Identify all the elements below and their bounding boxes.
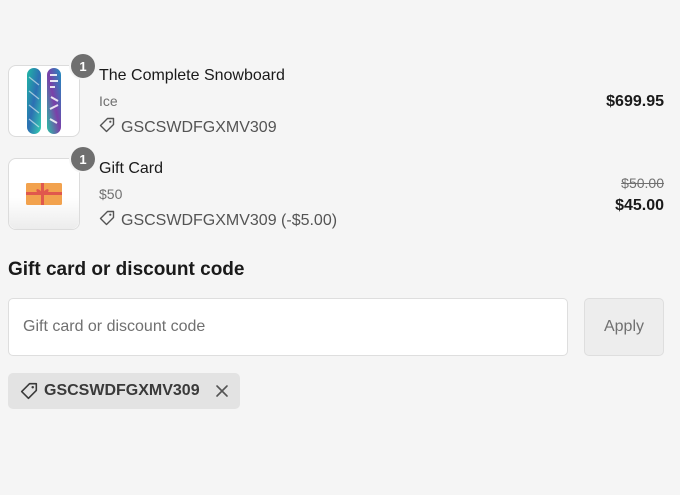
product-thumbnail: 1 [8, 147, 95, 230]
product-title: The Complete Snowboard [99, 67, 285, 84]
quantity-badge: 1 [71, 147, 95, 171]
line-item: 1 Gift Card $50 GSCSWDFGXMV309 (-$5.00) … [8, 147, 664, 232]
gift-card-image [26, 183, 62, 205]
applied-discount-code: GSCSWDFGXMV309 [44, 382, 200, 399]
line-discount-code: GSCSWDFGXMV309 (-$5.00) [121, 211, 338, 229]
tag-icon [20, 382, 38, 400]
discount-code-input[interactable] [8, 298, 568, 356]
line-item: 1 The Complete Snowboard Ice GSCSWDFGXMV… [8, 54, 664, 139]
discount-section-heading: Gift card or discount code [8, 259, 245, 280]
line-price: $699.95 [606, 93, 664, 110]
product-variant: $50 [99, 186, 123, 202]
remove-discount-button[interactable] [214, 383, 230, 399]
product-thumbnail: 1 [8, 54, 95, 137]
product-variant: Ice [99, 93, 118, 109]
apply-button[interactable]: Apply [584, 298, 664, 356]
line-discount: GSCSWDFGXMV309 [99, 117, 277, 138]
line-discount: GSCSWDFGXMV309 (-$5.00) [99, 210, 337, 231]
line-discount-code: GSCSWDFGXMV309 [121, 118, 277, 136]
quantity-badge: 1 [71, 54, 95, 78]
tag-icon [99, 210, 115, 231]
product-title: Gift Card [99, 160, 164, 177]
snowboard-image [27, 68, 61, 134]
original-price: $50.00 [621, 175, 664, 191]
line-price: $45.00 [615, 197, 664, 214]
applied-discount-tag: GSCSWDFGXMV309 [8, 373, 240, 409]
close-icon [215, 385, 228, 397]
tag-icon [99, 117, 115, 138]
